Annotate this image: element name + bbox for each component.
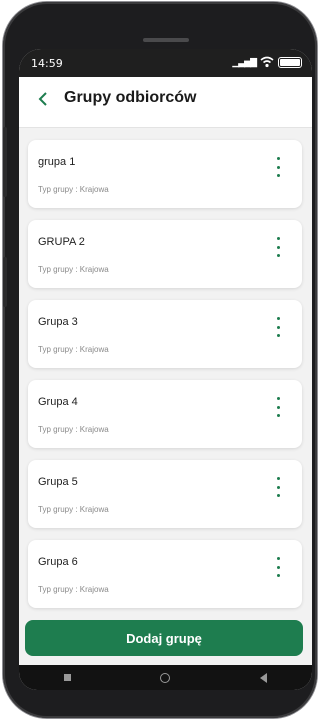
recent-apps-icon[interactable] bbox=[63, 674, 71, 681]
group-type: Typ grupy : Krajowa bbox=[38, 425, 109, 434]
app-screen: 14:59 ▁▃▅▇ Grupy odbiorców grupa 1 Typ g… bbox=[19, 49, 312, 690]
group-card-6[interactable]: Grupa 6 Typ grupy : Krajowa bbox=[28, 540, 302, 608]
group-type: Typ grupy : Krajowa bbox=[38, 345, 109, 354]
group-card-2[interactable]: GRUPA 2 Typ grupy : Krajowa bbox=[28, 220, 302, 288]
status-time: 14:59 bbox=[31, 57, 63, 70]
more-options-icon[interactable] bbox=[272, 397, 284, 417]
signal-icon: ▁▃▅▇ bbox=[232, 56, 257, 67]
group-card-4[interactable]: Grupa 4 Typ grupy : Krajowa bbox=[28, 380, 302, 448]
group-name: Grupa 3 bbox=[38, 316, 78, 328]
group-name: Grupa 5 bbox=[38, 476, 78, 488]
group-name: grupa 1 bbox=[38, 156, 76, 168]
group-type: Typ grupy : Krajowa bbox=[38, 505, 109, 514]
home-icon[interactable] bbox=[160, 672, 171, 683]
more-options-icon[interactable] bbox=[272, 557, 284, 577]
wifi-icon bbox=[260, 56, 274, 68]
add-group-button[interactable]: Dodaj grupę bbox=[25, 620, 303, 656]
back-button[interactable] bbox=[31, 87, 55, 111]
battery-icon bbox=[278, 56, 302, 68]
status-icons: ▁▃▅▇ bbox=[232, 56, 302, 68]
app-header: Grupy odbiorców bbox=[19, 77, 312, 128]
group-name: Grupa 4 bbox=[38, 396, 78, 408]
more-options-icon[interactable] bbox=[272, 317, 284, 337]
group-card-3[interactable]: Grupa 3 Typ grupy : Krajowa bbox=[28, 300, 302, 368]
more-options-icon[interactable] bbox=[272, 157, 284, 177]
group-type: Typ grupy : Krajowa bbox=[38, 185, 109, 194]
group-card-1[interactable]: grupa 1 Typ grupy : Krajowa bbox=[28, 140, 302, 208]
group-card-5[interactable]: Grupa 5 Typ grupy : Krajowa bbox=[28, 460, 302, 528]
earpiece-speaker bbox=[143, 38, 189, 42]
group-type: Typ grupy : Krajowa bbox=[38, 265, 109, 274]
group-list: grupa 1 Typ grupy : Krajowa GRUPA 2 Typ … bbox=[19, 127, 312, 617]
group-name: GRUPA 2 bbox=[38, 236, 85, 248]
more-options-icon[interactable] bbox=[272, 237, 284, 257]
status-bar: 14:59 ▁▃▅▇ bbox=[19, 49, 312, 77]
volume-button bbox=[3, 127, 7, 197]
power-button bbox=[3, 257, 7, 307]
back-icon[interactable] bbox=[260, 672, 268, 683]
group-type: Typ grupy : Krajowa bbox=[38, 585, 109, 594]
phone-frame: 14:59 ▁▃▅▇ Grupy odbiorców grupa 1 Typ g… bbox=[3, 2, 317, 718]
page-title: Grupy odbiorców bbox=[64, 89, 197, 106]
more-options-icon[interactable] bbox=[272, 477, 284, 497]
bottom-action-panel: Dodaj grupę bbox=[19, 617, 312, 665]
chevron-left-icon bbox=[38, 92, 47, 106]
group-name: Grupa 6 bbox=[38, 556, 78, 568]
android-nav-bar bbox=[19, 665, 312, 690]
